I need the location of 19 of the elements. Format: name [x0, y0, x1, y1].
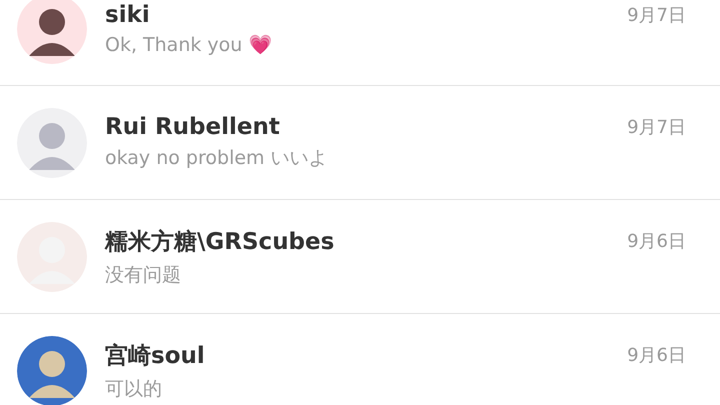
message-date: 9月6日	[627, 230, 686, 253]
message-date: 9月7日	[627, 116, 686, 139]
contact-name: Rui Rubellent	[105, 114, 280, 140]
avatar-icon	[17, 0, 87, 64]
message-date: 9月6日	[627, 344, 686, 367]
contact-name: 糯米方糖\GRScubes	[105, 228, 334, 256]
message-preview: 可以的	[105, 376, 163, 402]
message-date: 9月7日	[627, 4, 686, 26]
chat-item[interactable]: siki 9月7日 Ok, Thank you 💗	[0, 0, 720, 86]
chat-item[interactable]: 宫崎soul 9月6日 可以的	[0, 314, 720, 405]
message-preview: Ok, Thank you 💗	[105, 32, 274, 56]
contact-name: 宫崎soul	[105, 342, 205, 370]
avatar-icon	[17, 336, 87, 405]
chat-item[interactable]: Rui Rubellent 9月7日 okay no problem いいよ	[0, 86, 720, 200]
contact-name: siki	[105, 2, 150, 28]
message-preview: okay no problem いいよ	[105, 146, 329, 171]
avatar-icon	[17, 108, 87, 178]
chat-item[interactable]: 糯米方糖\GRScubes 9月6日 没有问题	[0, 200, 720, 314]
message-preview: 没有问题	[105, 262, 182, 288]
